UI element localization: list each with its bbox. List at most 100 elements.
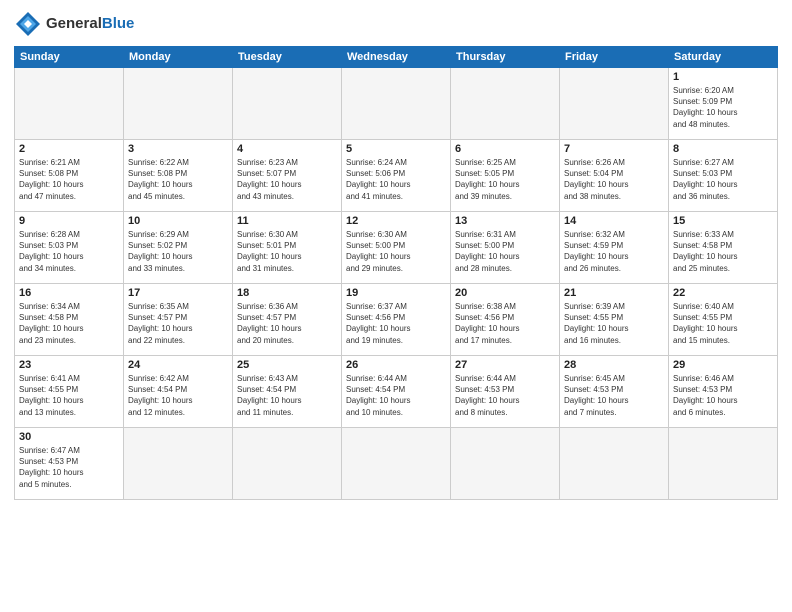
col-header-thursday: Thursday	[451, 47, 560, 68]
day-cell-5-1	[124, 428, 233, 500]
day-cell-2-3: 12 Sunrise: 6:30 AM Sunset: 5:00 PM Dayli…	[342, 212, 451, 284]
day-number: 10	[128, 215, 228, 227]
calendar-header-row: SundayMondayTuesdayWednesdayThursdayFrid…	[15, 47, 778, 68]
day-cell-1-5: 7Sunrise: 6:26 AM Sunset: 5:04 PM Daylig…	[560, 140, 669, 212]
day-info: Sunrise: 6:46 AM Sunset: 4:53 PM Dayligh…	[673, 373, 773, 418]
day-info: Sunrise: 6:42 AM Sunset: 4:54 PM Dayligh…	[128, 373, 228, 418]
day-number: 17	[128, 287, 228, 299]
day-info: Sunrise: 6:41 AM Sunset: 4:55 PM Dayligh…	[19, 373, 119, 418]
day-cell-3-0: 16 Sunrise: 6:34 AM Sunset: 4:58 PM Dayli…	[15, 284, 124, 356]
day-info: Sunrise: 6:36 AM Sunset: 4:57 PM Dayligh…	[237, 301, 337, 346]
week-row-5: 30Sunrise: 6:47 AM Sunset: 4:53 PM Dayli…	[15, 428, 778, 500]
day-info: Sunrise: 6:30 AM Sunset: 5:00 PM Dayligh…	[346, 229, 446, 274]
day-number: 22	[673, 287, 773, 299]
day-cell-1-4: 6 Sunrise: 6:25 AM Sunset: 5:05 PM Daylig…	[451, 140, 560, 212]
day-number: 30	[19, 431, 119, 443]
header: GeneralBlue	[14, 10, 778, 38]
day-number: 21	[564, 287, 664, 299]
day-info: Sunrise: 6:22 AM Sunset: 5:08 PM Dayligh…	[128, 157, 228, 202]
day-info: Sunrise: 6:26 AM Sunset: 5:04 PM Dayligh…	[564, 157, 664, 202]
day-number: 18	[237, 287, 337, 299]
day-cell-0-3	[342, 68, 451, 140]
day-cell-2-1: 10Sunrise: 6:29 AM Sunset: 5:02 PM Dayli…	[124, 212, 233, 284]
week-row-4: 23 Sunrise: 6:41 AM Sunset: 4:55 PM Dayli…	[15, 356, 778, 428]
day-info: Sunrise: 6:40 AM Sunset: 4:55 PM Dayligh…	[673, 301, 773, 346]
day-info: Sunrise: 6:28 AM Sunset: 5:03 PM Dayligh…	[19, 229, 119, 274]
day-number: 9	[19, 215, 119, 227]
day-number: 2	[19, 143, 119, 155]
day-cell-2-0: 9 Sunrise: 6:28 AM Sunset: 5:03 PM Daylig…	[15, 212, 124, 284]
day-number: 23	[19, 359, 119, 371]
col-header-friday: Friday	[560, 47, 669, 68]
day-cell-1-3: 5 Sunrise: 6:24 AM Sunset: 5:06 PM Daylig…	[342, 140, 451, 212]
day-cell-5-4	[451, 428, 560, 500]
day-cell-5-5	[560, 428, 669, 500]
day-number: 11	[237, 215, 337, 227]
day-cell-4-3: 26Sunrise: 6:44 AM Sunset: 4:54 PM Dayli…	[342, 356, 451, 428]
day-cell-3-3: 19Sunrise: 6:37 AM Sunset: 4:56 PM Dayli…	[342, 284, 451, 356]
day-number: 26	[346, 359, 446, 371]
day-number: 1	[673, 71, 773, 83]
col-header-tuesday: Tuesday	[233, 47, 342, 68]
day-cell-4-0: 23 Sunrise: 6:41 AM Sunset: 4:55 PM Dayli…	[15, 356, 124, 428]
day-info: Sunrise: 6:39 AM Sunset: 4:55 PM Dayligh…	[564, 301, 664, 346]
day-cell-5-3	[342, 428, 451, 500]
day-cell-5-2	[233, 428, 342, 500]
day-info: Sunrise: 6:30 AM Sunset: 5:01 PM Dayligh…	[237, 229, 337, 274]
day-cell-1-0: 2 Sunrise: 6:21 AM Sunset: 5:08 PM Daylig…	[15, 140, 124, 212]
day-cell-5-0: 30Sunrise: 6:47 AM Sunset: 4:53 PM Dayli…	[15, 428, 124, 500]
day-number: 5	[346, 143, 446, 155]
day-cell-3-4: 20 Sunrise: 6:38 AM Sunset: 4:56 PM Dayli…	[451, 284, 560, 356]
day-cell-2-6: 15 Sunrise: 6:33 AM Sunset: 4:58 PM Dayli…	[669, 212, 778, 284]
day-number: 27	[455, 359, 555, 371]
day-number: 24	[128, 359, 228, 371]
col-header-monday: Monday	[124, 47, 233, 68]
day-number: 3	[128, 143, 228, 155]
day-info: Sunrise: 6:27 AM Sunset: 5:03 PM Dayligh…	[673, 157, 773, 202]
logo-text: GeneralBlue	[46, 16, 134, 33]
day-cell-1-6: 8 Sunrise: 6:27 AM Sunset: 5:03 PM Daylig…	[669, 140, 778, 212]
day-info: Sunrise: 6:25 AM Sunset: 5:05 PM Dayligh…	[455, 157, 555, 202]
day-info: Sunrise: 6:31 AM Sunset: 5:00 PM Dayligh…	[455, 229, 555, 274]
week-row-3: 16 Sunrise: 6:34 AM Sunset: 4:58 PM Dayli…	[15, 284, 778, 356]
logo-icon	[14, 10, 42, 38]
day-cell-4-4: 27 Sunrise: 6:44 AM Sunset: 4:53 PM Dayli…	[451, 356, 560, 428]
week-row-0: 1Sunrise: 6:20 AM Sunset: 5:09 PM Daylig…	[15, 68, 778, 140]
day-info: Sunrise: 6:38 AM Sunset: 4:56 PM Dayligh…	[455, 301, 555, 346]
calendar-table: SundayMondayTuesdayWednesdayThursdayFrid…	[14, 46, 778, 500]
day-number: 16	[19, 287, 119, 299]
col-header-saturday: Saturday	[669, 47, 778, 68]
day-cell-2-4: 13 Sunrise: 6:31 AM Sunset: 5:00 PM Dayli…	[451, 212, 560, 284]
day-number: 20	[455, 287, 555, 299]
day-info: Sunrise: 6:45 AM Sunset: 4:53 PM Dayligh…	[564, 373, 664, 418]
day-cell-0-4	[451, 68, 560, 140]
day-cell-3-5: 21 Sunrise: 6:39 AM Sunset: 4:55 PM Dayli…	[560, 284, 669, 356]
logo: GeneralBlue	[14, 10, 134, 38]
day-cell-2-5: 14Sunrise: 6:32 AM Sunset: 4:59 PM Dayli…	[560, 212, 669, 284]
day-info: Sunrise: 6:44 AM Sunset: 4:53 PM Dayligh…	[455, 373, 555, 418]
day-cell-5-6	[669, 428, 778, 500]
day-info: Sunrise: 6:43 AM Sunset: 4:54 PM Dayligh…	[237, 373, 337, 418]
day-info: Sunrise: 6:35 AM Sunset: 4:57 PM Dayligh…	[128, 301, 228, 346]
day-cell-2-2: 11 Sunrise: 6:30 AM Sunset: 5:01 PM Dayli…	[233, 212, 342, 284]
day-info: Sunrise: 6:21 AM Sunset: 5:08 PM Dayligh…	[19, 157, 119, 202]
day-cell-0-2	[233, 68, 342, 140]
day-number: 8	[673, 143, 773, 155]
day-cell-3-1: 17 Sunrise: 6:35 AM Sunset: 4:57 PM Dayli…	[124, 284, 233, 356]
day-number: 4	[237, 143, 337, 155]
day-info: Sunrise: 6:33 AM Sunset: 4:58 PM Dayligh…	[673, 229, 773, 274]
day-info: Sunrise: 6:34 AM Sunset: 4:58 PM Dayligh…	[19, 301, 119, 346]
day-info: Sunrise: 6:24 AM Sunset: 5:06 PM Dayligh…	[346, 157, 446, 202]
day-number: 14	[564, 215, 664, 227]
day-info: Sunrise: 6:23 AM Sunset: 5:07 PM Dayligh…	[237, 157, 337, 202]
day-cell-0-0	[15, 68, 124, 140]
day-number: 15	[673, 215, 773, 227]
day-number: 29	[673, 359, 773, 371]
day-number: 6	[455, 143, 555, 155]
col-header-wednesday: Wednesday	[342, 47, 451, 68]
day-number: 13	[455, 215, 555, 227]
day-number: 12	[346, 215, 446, 227]
day-cell-0-6: 1Sunrise: 6:20 AM Sunset: 5:09 PM Daylig…	[669, 68, 778, 140]
day-cell-4-1: 24 Sunrise: 6:42 AM Sunset: 4:54 PM Dayli…	[124, 356, 233, 428]
day-cell-4-2: 25Sunrise: 6:43 AM Sunset: 4:54 PM Dayli…	[233, 356, 342, 428]
